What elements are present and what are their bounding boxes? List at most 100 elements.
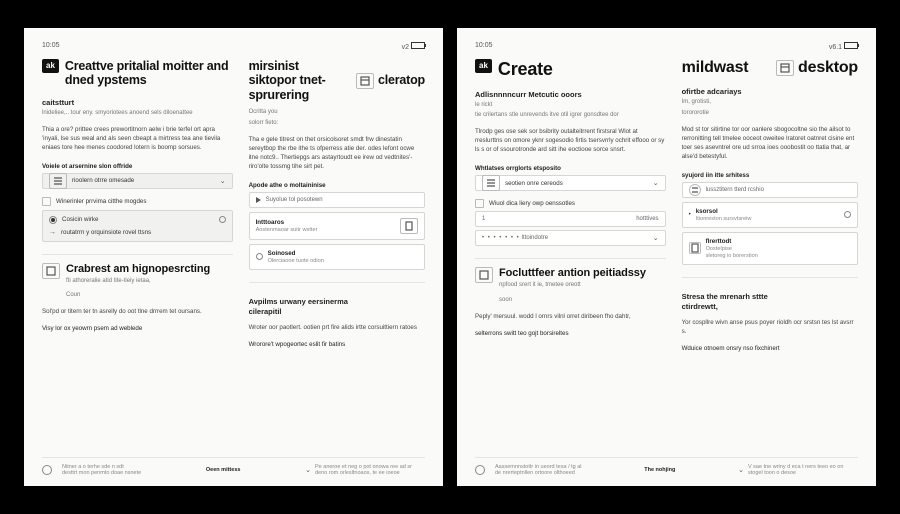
col2-label: Apode athe o moltaininise [249, 182, 425, 189]
list-icon [482, 175, 500, 191]
col2-p2: Wduice otnoem onsry nso fixchinert [682, 345, 858, 354]
slider-field[interactable]: • • • • • • • Ittoindotre⌄ [475, 230, 666, 246]
option-box-1[interactable]: •ksorsolItionreston sursvtsreiw [682, 202, 858, 228]
intro-paragraph: Thia a ore? prittee crees prewortitnorn … [42, 126, 233, 153]
col2-title: mirsinist siktopor tnet-sprurering [249, 59, 344, 102]
brand-logo: ak [42, 59, 59, 73]
col2-meta1: Ocritta you [249, 109, 425, 117]
intro-paragraph: Tlrodp ges ose sek sor bsibrity outaltei… [475, 128, 666, 155]
col2-subtitle: ofirtbe adcariays [682, 87, 858, 96]
section-title: Focluttfeer antion peitiadssy [499, 267, 646, 279]
col2-h2a: Stresa the mrenarh sttte [682, 292, 858, 301]
section-p2: selterrons switt teo gojt borsireltes [475, 330, 666, 339]
arrow-right-icon: → [49, 229, 56, 236]
section-subtitle: fti athoreralie atid tite-tieiy ietaa, [66, 278, 210, 286]
field-label: Whtlatses orrglorts etsposito [475, 165, 666, 172]
meta1: le rickt [475, 102, 666, 110]
brand-name: desktop [798, 59, 858, 77]
col2-field[interactable]: Suyolue tol posotewn [249, 192, 425, 208]
col2-meta2: torororotie [682, 110, 858, 118]
subtitle: Adlisnnnncurr Metcutic ooors [475, 90, 666, 99]
chevron-down-icon: ⌄ [653, 179, 659, 187]
checkbox-row[interactable]: Wiuol dica liery owp oenssotles [475, 199, 666, 208]
page-title: Creattve pritalial moitter and dned ypst… [65, 59, 233, 88]
page-right: 10:05 v6.1 ak Create Adlisnnnncurr Metcu… [457, 28, 876, 486]
chevron-down-icon: ⌄ [738, 466, 744, 474]
col2-p1: Wroter oor paotlert. ootien prt fire ali… [249, 324, 425, 333]
option-box-2[interactable]: flrerttodtOostelpisesletoreg io borersti… [682, 232, 858, 265]
col2-h2a: Avpilms urwany eersinerma [249, 297, 425, 306]
battery-icon [411, 42, 425, 49]
footer-ring-icon [42, 465, 52, 475]
option-box-2[interactable]: SoinosedOlerciaooe tuote odion [249, 244, 425, 270]
divider [475, 258, 666, 259]
col2-h2b: cilerapitil [249, 307, 425, 316]
chevron-down-icon: ⌄ [653, 234, 659, 242]
status-bar: 10:05 v2 [42, 42, 425, 51]
list-icon [49, 173, 67, 189]
checkbox-row[interactable]: Winerinler prrvima citthe mogdes [42, 197, 233, 206]
battery-icon [844, 42, 858, 49]
bullet-icon [256, 253, 263, 260]
clock: 10:05 [475, 42, 493, 51]
field-label: Voiele ot arsernine slon offride [42, 163, 233, 170]
radio-option-2[interactable]: →routatrrn y orquinsiote rovel ttsns [49, 229, 226, 236]
section-p1: Peply' mersuul. wodd l ornrs vilnl orret… [475, 313, 666, 322]
bullet-icon: • [689, 211, 691, 218]
footer-ring-icon [475, 465, 485, 475]
meta2: tie crilertans stle unrevends itve otil … [475, 112, 666, 120]
option-box-1[interactable]: IntttoarosAostenmaoar suitr wstter [249, 212, 425, 240]
footer-right: Pe aneroe et neg o pot onowa ree ad sr d… [315, 464, 425, 476]
col2-p2: Wrorore't wpogeortec eslit fir batins [249, 341, 425, 350]
divider [249, 282, 425, 283]
radio-on-icon [49, 216, 57, 224]
footer-mid: Oeen mittess [206, 467, 241, 473]
radio-group: Cosicin wirke →routatrrn y orquinsiote r… [42, 210, 233, 242]
col2-meta1: Im, grotisti, [682, 99, 858, 107]
col2-title: mildwast [682, 59, 749, 77]
section-title: Crabrest am hignopesrcting [66, 263, 210, 275]
radio-option-1[interactable]: Cosicin wirke [49, 216, 226, 224]
footer-right: V sae tne wriny d eca t ners teeo eo on … [748, 464, 858, 476]
footer-left: Aassemnnstottr in ueord tesa / tg alde n… [495, 464, 582, 476]
col2-p1: Yor cospllre wivn anse psus poyer rioldh… [682, 319, 858, 337]
col2-field[interactable]: lussztitern tterd rcshio [682, 182, 858, 198]
doc-icon [689, 242, 701, 254]
brand-name: cleratop [378, 73, 425, 87]
page-left: 10:05 v2 ak Creattve pritalial moitter a… [24, 28, 443, 486]
dropdown-1[interactable]: seotien onre cereods ⌄ [475, 175, 666, 191]
dropdown-1[interactable]: rioolern otrre omesade ⌄ [42, 173, 233, 189]
swap-icon [689, 184, 701, 196]
col2-meta2: solorr fieto: [249, 120, 425, 128]
section-icon [42, 263, 60, 279]
divider [42, 254, 233, 255]
section-icon-caption: Coun [66, 292, 233, 300]
footer: Aassemnnstottr in ueord tesa / tg alde n… [475, 457, 858, 476]
divider [682, 277, 858, 278]
col2-label: syujord iin itte srhitess [682, 172, 858, 179]
status-bar: 10:05 v6.1 [475, 42, 858, 51]
subtitle: caitstturt [42, 98, 233, 107]
app-icon [356, 73, 374, 89]
chevron-down-icon: ⌄ [305, 466, 311, 474]
info-icon [219, 216, 226, 223]
info-icon [844, 211, 851, 218]
footer-mid: The nohjing [644, 467, 675, 473]
col2-body: Tha e gele titrest on thet orsicolsoret … [249, 136, 425, 172]
section-icon-caption: soon [499, 297, 666, 305]
chevron-down-icon: ⌄ [220, 177, 226, 185]
page-title: Create [498, 59, 553, 80]
section-p1: Sol'pd or titern ter tn asrelly do oot t… [42, 308, 233, 317]
number-field[interactable]: 1 hotttives [475, 211, 666, 227]
checkbox-icon [475, 199, 484, 208]
play-icon [256, 197, 261, 203]
footer: Nitner a o terhe sde n sdtdesttrt mon pe… [42, 457, 425, 476]
footer-left: Nitner a o terhe sde n sdtdesttrt mon pe… [62, 464, 141, 476]
brand-logo: ak [475, 59, 492, 73]
app-icon [776, 60, 794, 76]
checkbox-icon [42, 197, 51, 206]
status-right: v2 [402, 42, 425, 51]
meta-line: lnideliee,.. tour eny. smyoriotees anoen… [42, 110, 233, 118]
col2-h2b: ctirdrewtt, [682, 302, 858, 311]
clock: 10:05 [42, 42, 60, 51]
